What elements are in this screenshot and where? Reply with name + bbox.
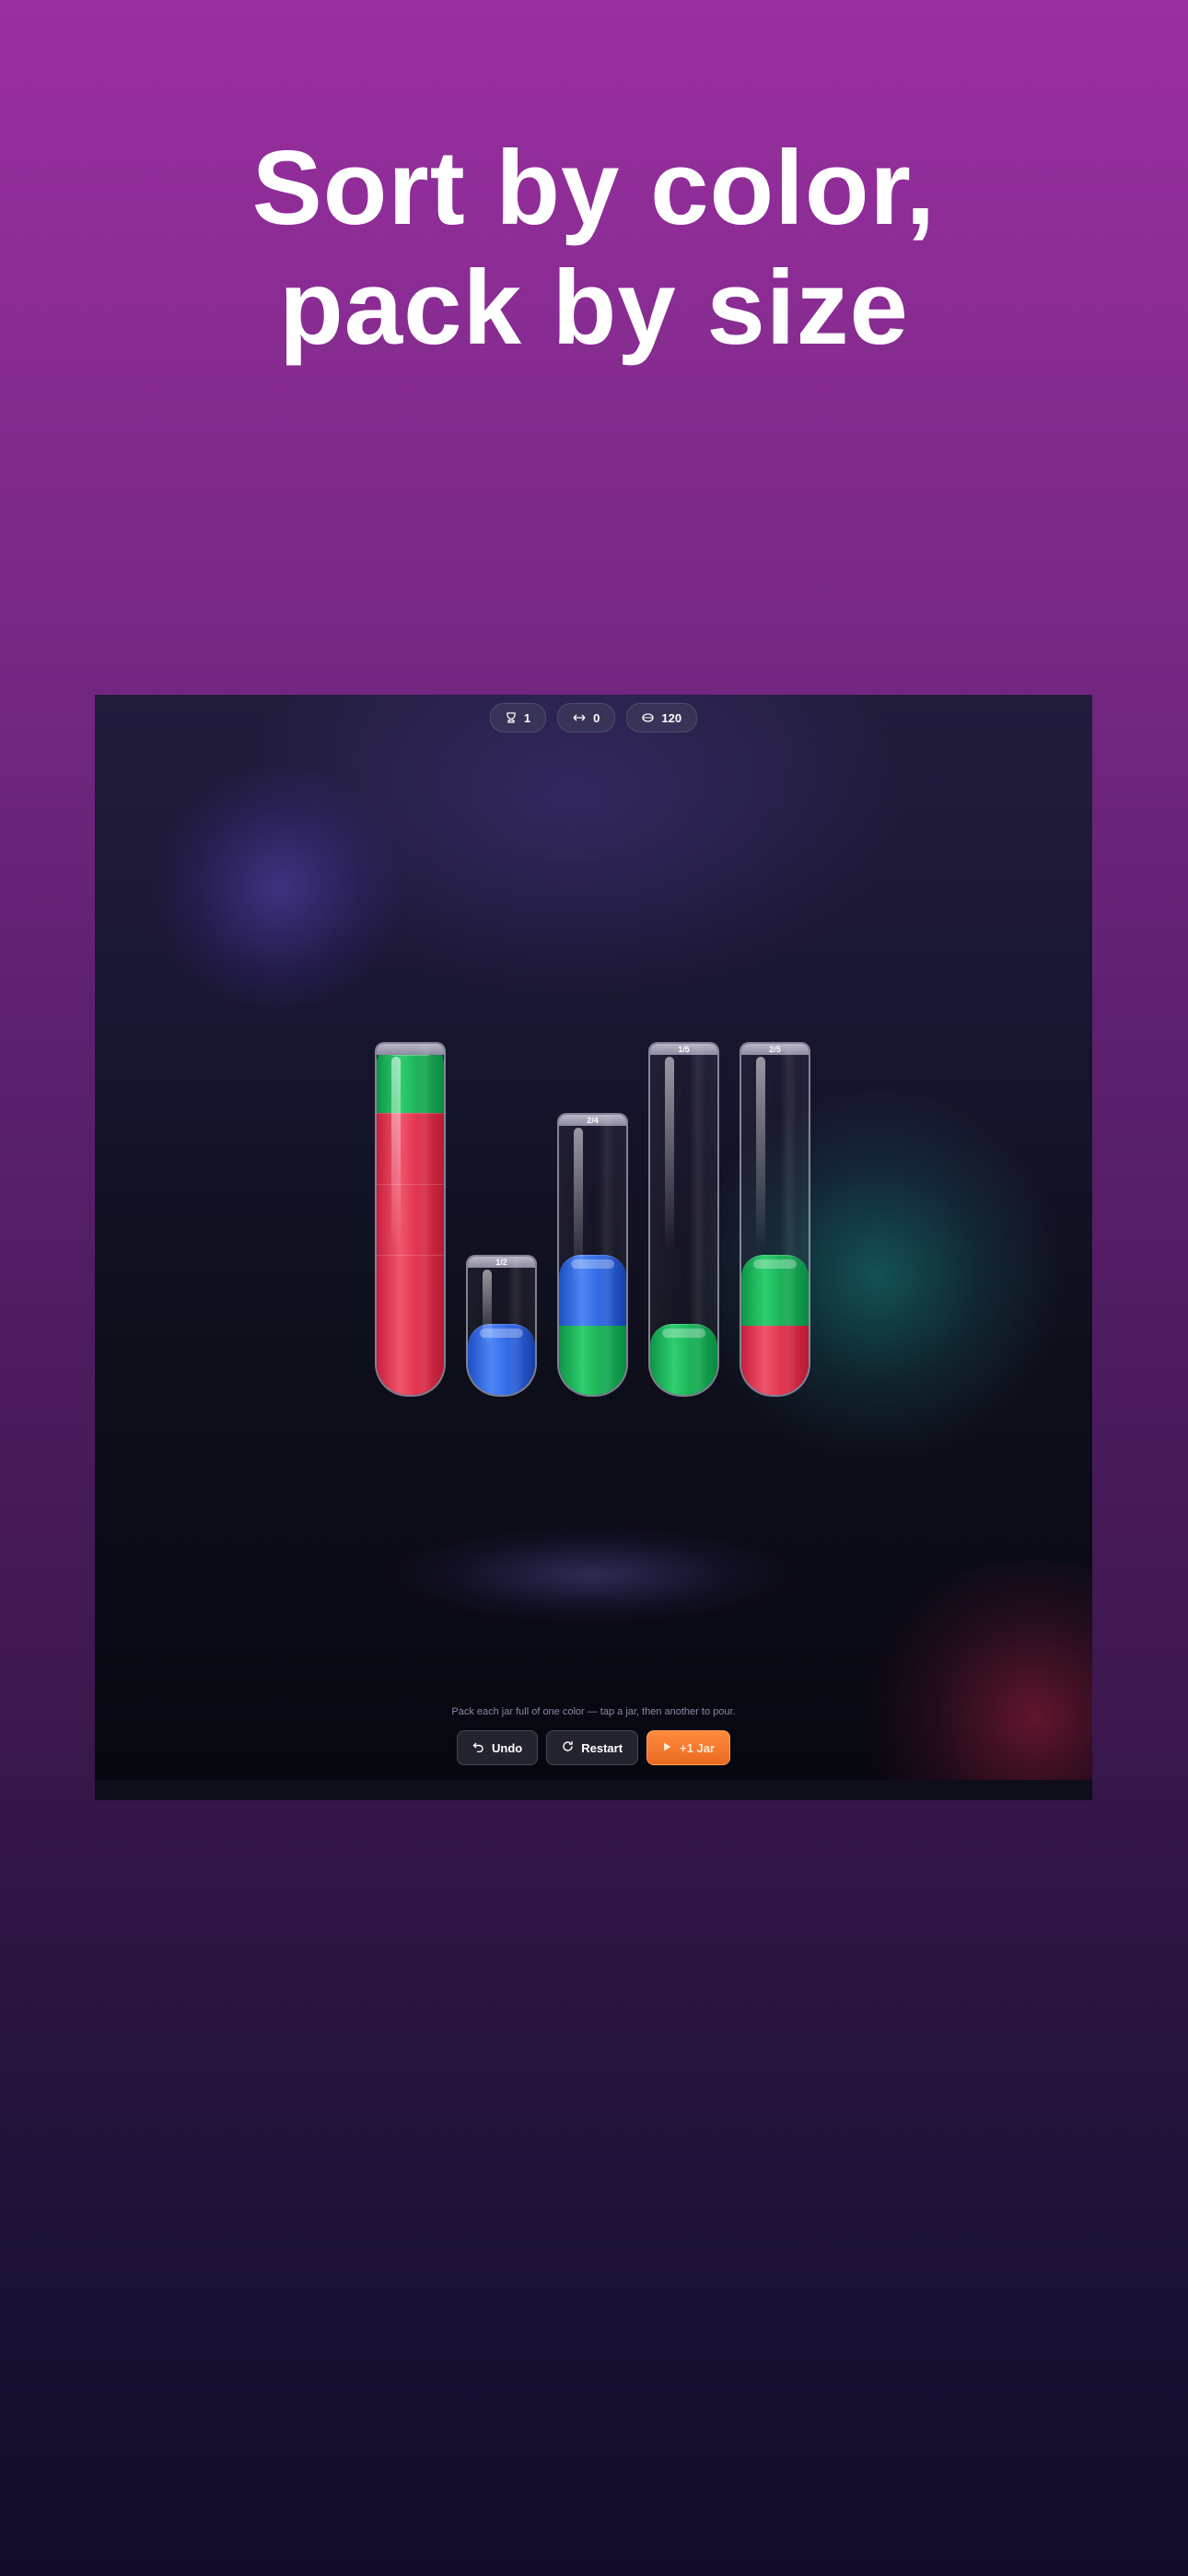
liquid-segment-green: [741, 1255, 809, 1326]
instruction-text: Pack each jar full of one color — tap a …: [451, 1706, 736, 1717]
jar-capacity-label: 1/2: [468, 1257, 535, 1268]
liquid-segment-green: [650, 1324, 717, 1395]
headline-line-2: pack by size: [279, 250, 909, 367]
background-glow-purple: [141, 768, 417, 1008]
undo-button[interactable]: Undo: [457, 1730, 539, 1765]
trophy-icon: [506, 712, 517, 723]
restart-label: Restart: [581, 1740, 623, 1755]
level-value: 1: [523, 710, 531, 725]
floor-glow: [390, 1524, 795, 1625]
jar[interactable]: 2/5: [740, 1042, 810, 1397]
coin-icon: [642, 712, 655, 723]
level-counter: 1: [489, 703, 547, 732]
add-jar-button[interactable]: +1 Jar: [646, 1730, 730, 1765]
jar[interactable]: 2/4: [557, 1113, 628, 1397]
liquid-segment-blue: [468, 1324, 535, 1395]
jar[interactable]: [375, 1042, 446, 1397]
liquid-segment-red: [377, 1184, 444, 1255]
jar-highlight: [756, 1057, 765, 1250]
moves-counter: 0: [557, 703, 616, 732]
liquid-segment-red: [377, 1324, 444, 1395]
jar[interactable]: 1/5: [648, 1042, 719, 1397]
jar-capacity-label: 2/5: [741, 1044, 809, 1055]
moves-value: 0: [593, 710, 600, 725]
restart-icon: [562, 1740, 574, 1755]
game-board: 1 0 120 1/2 2/4 1/5 2/5 Pack each jar full …: [95, 695, 1092, 1780]
play-icon: [662, 1741, 672, 1755]
jar[interactable]: 1/2: [466, 1255, 537, 1397]
restart-button[interactable]: Restart: [546, 1730, 639, 1765]
jar-capacity-label: 2/4: [559, 1115, 626, 1126]
coins-counter: 120: [626, 703, 698, 732]
game-frame: 1 0 120 1/2 2/4 1/5 2/5 Pack each jar full …: [95, 695, 1092, 1800]
undo-icon: [472, 1740, 484, 1755]
jar-capacity-label: [377, 1044, 444, 1055]
headline: Sort by color, pack by size: [0, 129, 1188, 369]
hud-bar: 1 0 120: [95, 703, 1092, 732]
liquid-segment-red: [377, 1255, 444, 1326]
liquid-segment-blue: [559, 1255, 626, 1326]
liquid-segment-green: [559, 1324, 626, 1395]
coins-value: 120: [661, 710, 682, 725]
liquid-segment-red: [741, 1324, 809, 1395]
control-bar: Undo Restart +1 Jar: [95, 1730, 1092, 1765]
headline-line-1: Sort by color,: [251, 130, 937, 247]
liquid-segment-red: [377, 1113, 444, 1184]
add-jar-label: +1 Jar: [680, 1740, 715, 1755]
swap-arrows-icon: [573, 712, 586, 723]
jar-highlight: [665, 1057, 674, 1250]
jar-capacity-label: 1/5: [650, 1044, 717, 1055]
undo-label: Undo: [492, 1740, 523, 1755]
